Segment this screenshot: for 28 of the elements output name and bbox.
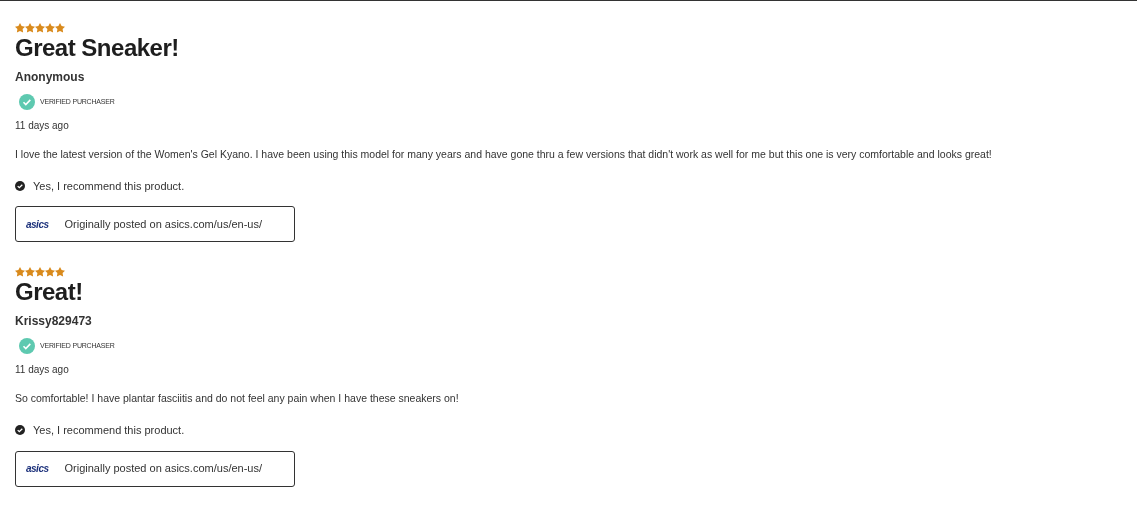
review-title: Great Sneaker! [15,33,179,63]
check-icon [15,181,25,191]
star-icon [35,267,45,278]
reviewer-name: Anonymous [15,69,85,86]
source-text: Originally posted on asics.com/us/en-us/ [64,217,262,232]
star-icon [55,267,65,278]
star-icon [45,267,55,278]
star-icon [15,23,25,33]
recommend-text: Yes, I recommend this product. [33,423,185,438]
star-icon [25,267,35,278]
check-icon [19,338,35,355]
star-icon [35,23,45,33]
star-icon [55,23,65,33]
review-text: So comfortable! I have plantar fasciitis and do not feel any pain when I have these sneakers on! [15,391,459,407]
brand-logo: asics [26,462,49,476]
check-icon [15,425,25,436]
review-text: I love the latest version of the Women's Gel Kyano. I have been using this model for many years and have gone thru a few versions that didn't work as well for me but this one is very comfortable and looks great! [15,147,992,162]
star-icon [45,23,55,33]
star-icon [25,23,35,33]
review-date: 11 days ago [15,119,69,133]
source-text: Originally posted on asics.com/us/en-us/ [64,461,262,477]
review-title: Great! [15,277,83,308]
brand-logo: asics [26,217,49,232]
star-icon [15,267,25,278]
review-date: 11 days ago [15,363,69,378]
check-icon [19,94,35,110]
recommend-text: Yes, I recommend this product. [33,178,185,194]
reviewer-name: Krissy829473 [15,313,92,331]
